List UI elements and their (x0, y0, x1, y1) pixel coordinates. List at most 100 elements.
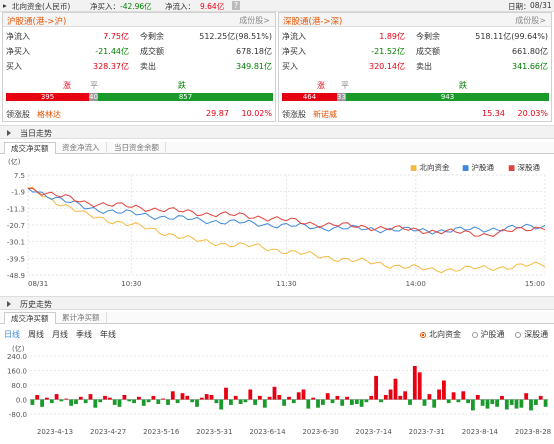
history-bar (509, 399, 514, 405)
history-bar (529, 399, 533, 411)
radio-sh[interactable]: 沪股通 (471, 330, 505, 339)
radio-north[interactable]: 北向资金 (420, 330, 461, 339)
remain-label: 今剩余 (416, 32, 440, 41)
x-tick-label: 2023-7-14 (356, 428, 393, 436)
tab-cumulative[interactable]: 累计净买额 (56, 312, 107, 324)
history-bar (359, 399, 364, 407)
history-bar (301, 389, 306, 400)
x-tick-label: 11:30 (276, 280, 296, 288)
turnover-label: 成交额 (416, 47, 440, 56)
constituents-link[interactable]: 成份股> (515, 15, 546, 26)
constituents-link[interactable]: 成份股> (239, 15, 270, 26)
period-month[interactable]: 月线 (52, 330, 68, 339)
history-bar (345, 396, 349, 400)
history-bar (253, 399, 257, 405)
today-unit: (亿) (8, 158, 21, 166)
history-bar (267, 396, 272, 400)
x-tick-label: 10:30 (121, 280, 141, 288)
history-bar (146, 399, 151, 403)
history-bar (296, 392, 301, 400)
x-tick-label: 15:00 (525, 280, 545, 288)
down-count-bar: 943 (346, 93, 549, 101)
history-bar (388, 389, 393, 400)
panel-title[interactable]: 深股通(港->深) (283, 15, 342, 27)
history-bar (316, 399, 320, 408)
remain-value: 518.11亿(99.64%) (475, 32, 548, 41)
period-quarter[interactable]: 季线 (76, 330, 92, 339)
history-bar (282, 399, 286, 406)
x-tick-label: 2023-4-13 (37, 428, 73, 436)
header-bar: ▸ 北向资金(人民币) 净买入： -42.96亿 净流入： 9.64亿 ? 日期… (0, 0, 554, 12)
netbuy-value: -21.44亿 (95, 47, 129, 56)
down-label: 跌 (459, 81, 467, 90)
y-tick-label: -11.3 (7, 205, 25, 213)
history-bar (490, 399, 495, 404)
history-section-header[interactable]: 历史走势 (0, 296, 554, 310)
history-bar (54, 394, 59, 400)
flat-label: 平 (341, 81, 349, 90)
tab-balance[interactable]: 当日资金余额 (108, 142, 166, 154)
period-week[interactable]: 周线 (28, 330, 44, 339)
tab-net-buy[interactable]: 成交净买额 (4, 142, 56, 154)
history-bar (437, 389, 441, 400)
buy-value: 320.14亿 (369, 62, 405, 71)
x-tick-label: 2023-6-14 (249, 428, 286, 436)
history-bar (442, 380, 446, 400)
history-bar (132, 399, 136, 404)
history-bar (93, 399, 98, 408)
history-bar (64, 398, 69, 400)
lead-label: 领涨股 (282, 110, 306, 119)
up-label: 涨 (63, 81, 71, 90)
lead-stock-link[interactable]: 新诺威 (313, 109, 337, 120)
history-bar (456, 399, 461, 403)
expand-arrow-icon (7, 301, 11, 307)
x-tick-label: 14:00 (406, 280, 426, 288)
sell-label: 卖出 (140, 62, 156, 71)
history-tabs: 成交净买额 累计净买额 (0, 312, 554, 324)
history-bar (166, 399, 170, 405)
expand-arrow-icon (7, 130, 11, 136)
history-bar (214, 399, 219, 404)
up-count-bar: 395 (6, 93, 89, 101)
history-bar (59, 399, 64, 402)
period-day[interactable]: 日线 (4, 330, 20, 339)
history-bar (151, 395, 156, 400)
net-buy-value: -42.96亿 (120, 2, 152, 11)
history-bar (108, 397, 112, 400)
history-bar (69, 399, 73, 406)
tab-net-inflow[interactable]: 资金净流入 (56, 142, 107, 154)
lead-price: 15.34 (482, 109, 505, 118)
history-bar (519, 399, 524, 408)
history-bar (291, 399, 296, 404)
history-bar (258, 395, 262, 400)
history-bar (287, 396, 291, 400)
history-bar (98, 399, 103, 403)
tab-net-buy[interactable]: 成交净买额 (4, 312, 56, 324)
series-radio-group: 北向资金 沪股通 深股通 (420, 329, 548, 340)
history-bar (504, 399, 509, 410)
history-bar (209, 395, 214, 400)
history-bar (325, 393, 330, 400)
collapse-icon[interactable]: ▸ (3, 1, 7, 10)
flat-count-bar: 40 (89, 93, 98, 101)
panel-title[interactable]: 沪股通(港->沪) (7, 15, 66, 27)
sell-value: 341.66亿 (512, 62, 548, 71)
lead-stock-link[interactable]: 格林达 (37, 109, 61, 120)
history-bar (446, 399, 451, 404)
history-bar (374, 375, 378, 400)
y-tick-label: -1.9 (11, 189, 25, 197)
history-bar (538, 395, 543, 400)
help-icon[interactable]: ? (232, 1, 240, 10)
history-bar (78, 396, 83, 400)
period-year[interactable]: 年线 (100, 330, 116, 339)
radio-sz[interactable]: 深股通 (515, 330, 548, 339)
today-section-header[interactable]: 当日走势 (0, 125, 554, 139)
x-tick-label: 2023-4-27 (90, 428, 126, 436)
turnover-value: 678.18亿 (236, 47, 272, 56)
history-bar (83, 399, 88, 404)
up-label: 涨 (317, 81, 325, 90)
history-bar (427, 394, 432, 400)
y-tick-label: 240.0 (7, 353, 27, 361)
lead-label: 领涨股 (6, 110, 30, 119)
y-tick-label: 7.5 (14, 172, 25, 180)
